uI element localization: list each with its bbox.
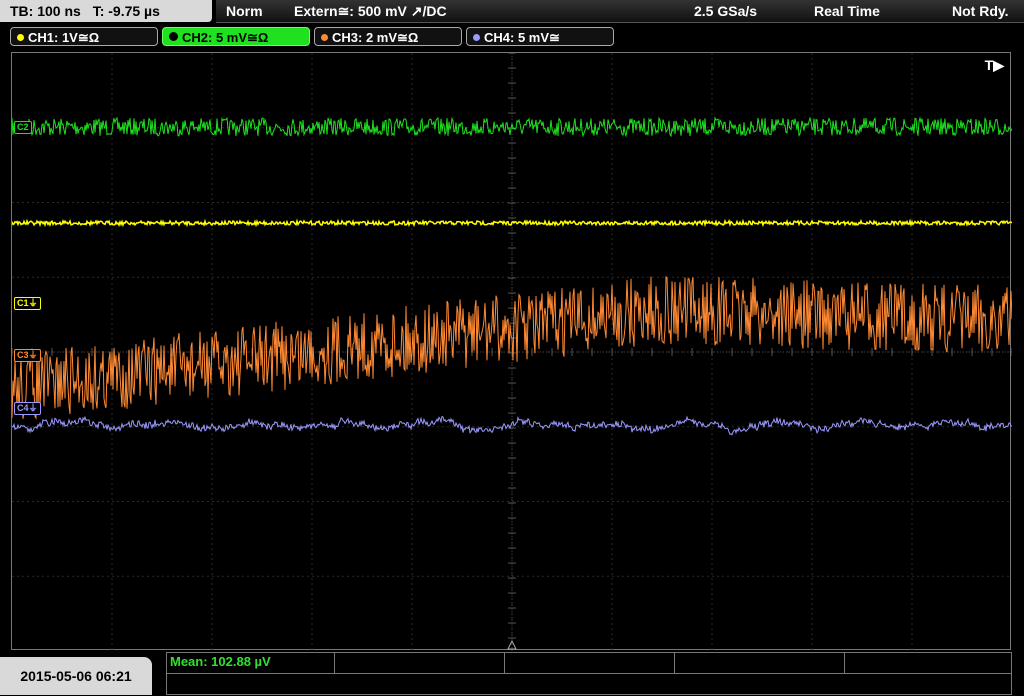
date-time: 2015-05-06 06:21 — [0, 657, 152, 695]
trigger-mode[interactable]: Norm — [226, 0, 263, 22]
channel-4-offset-marker[interactable]: C4⏚ — [14, 402, 41, 415]
trigger-position-tag[interactable]: T▶ — [985, 57, 1004, 74]
channel-4-label: CH4: 5 mV≅ — [484, 30, 560, 45]
top-bar: TB: 100 ns T: -9.75 µs Norm Extern≅: 500… — [0, 0, 1024, 24]
channel-1-button[interactable]: CH1: 1V≅Ω — [10, 27, 158, 46]
acquisition-status-bar[interactable]: Norm Extern≅: 500 mV ↗/DC 2.5 GSa/s Real… — [216, 0, 1024, 23]
channel-4-button[interactable]: CH4: 5 mV≅ — [466, 27, 614, 46]
sample-rate: 2.5 GSa/s — [694, 3, 758, 19]
measurement-cell — [675, 653, 845, 673]
measurement-cell: Mean: 102.88 µV — [167, 653, 335, 673]
channel-1-label: CH1: 1V≅Ω — [28, 30, 100, 45]
timebase-panel[interactable]: TB: 100 ns T: -9.75 µs — [0, 0, 212, 22]
channel-2-button[interactable]: CH2: 5 mV≅Ω — [162, 27, 310, 46]
timebase-label: TB: 100 ns — [10, 3, 81, 19]
trigger-status: Not Rdy. — [952, 3, 1009, 19]
channel-3-button[interactable]: CH3: 2 mV≅Ω — [314, 27, 462, 46]
channel-4-dot-icon — [473, 34, 480, 41]
measurement-cell — [335, 653, 505, 673]
measurement-row — [167, 673, 1011, 696]
measurement-panel[interactable]: Mean: 102.88 µV — [166, 652, 1012, 695]
channel-3-label: CH3: 2 mV≅Ω — [332, 30, 419, 45]
acquisition-mode: Real Time — [814, 3, 880, 19]
channel-3-dot-icon — [321, 34, 328, 41]
channel-bar: CH1: 1V≅Ω CH2: 5 mV≅Ω CH3: 2 mV≅Ω CH4: 5… — [0, 26, 1024, 48]
channel-2-dot-icon — [169, 32, 178, 41]
waveform-canvas — [12, 53, 1012, 651]
trigger-time-label: T: -9.75 µs — [92, 3, 160, 19]
channel-2-label: CH2: 5 mV≅Ω — [182, 30, 269, 45]
channel-2-offset-marker[interactable]: C2 — [14, 121, 32, 134]
measurement-cell — [845, 653, 1011, 673]
bottom-bar: 2015-05-06 06:21 Mean: 102.88 µV — [0, 652, 1024, 695]
channel-1-dot-icon — [17, 34, 24, 41]
channel-3-trace — [12, 275, 1012, 420]
channel-3-offset-marker[interactable]: C3⏚ — [14, 349, 41, 362]
mean-measurement: Mean: 102.88 µV — [170, 654, 271, 669]
trigger-source[interactable]: Extern≅: 500 mV ↗/DC — [294, 0, 447, 22]
waveform-display[interactable]: T▶ C2 C1⏚ C3⏚ C4⏚ — [11, 52, 1012, 651]
measurement-cell — [505, 653, 675, 673]
channel-1-offset-marker[interactable]: C1⏚ — [14, 297, 41, 310]
